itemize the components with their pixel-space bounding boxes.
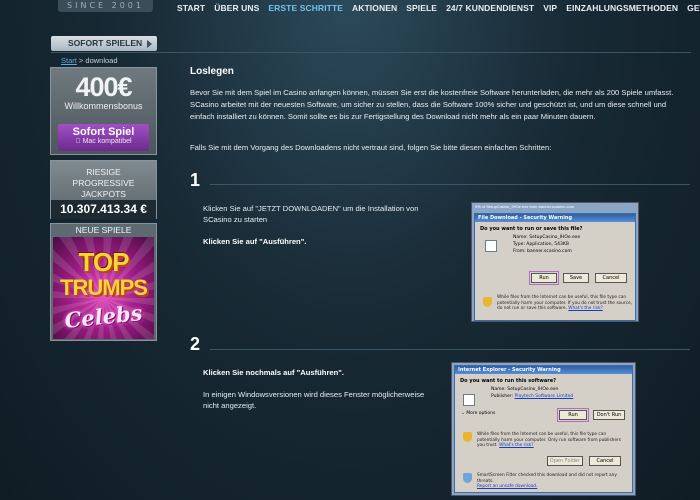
step-2-instruction: In einigen Windowsversionen wird dieses … [203,390,425,410]
publisher-link[interactable]: Playtech Software Limited [515,394,574,399]
step-2-screenshot: Internet Explorer - Security Warning Do … [451,362,636,496]
breadcrumb: Start > download [61,56,118,65]
run-button[interactable]: Run [529,271,559,285]
browser-title: 0% of SetupCasino_IHOe.exe from banner.s… [475,204,575,209]
dialog2-warning-text: While files from the Internet can be use… [477,432,622,448]
step-1-text: Klicken Sie auf "JETZT DOWNLOADEN" um di… [203,203,433,247]
step-2-bold: Klicken Sie nochmals auf "Ausführen". [203,368,344,377]
step-1-bold: Klicken Sie auf "Ausführen". [203,237,307,246]
mac-kompatibel-label:  Mac kompatibel [75,138,131,145]
ie-security-dialog: Internet Explorer - Security Warning Do … [454,365,633,493]
nav-ueber-uns[interactable]: ÜBER UNS [214,3,259,13]
game-logo-top: TOP [78,247,130,277]
step-2-number: 2 [190,334,201,354]
shield-warning-icon [483,297,492,307]
jackpot-banner[interactable]: RIESIGE PROGRESSIVE JACKPOTS 10.307.413.3… [50,160,157,219]
bonus-banner[interactable]: 400€ Willkommensbonus Sofort Spiel  Mac… [50,67,157,155]
risk-link[interactable]: What's the risk? [568,306,602,311]
warning-text: While files from the Internet can be use… [497,295,632,311]
nav-erste-schritte[interactable]: ERSTE SCHRITTE [268,3,343,13]
dialog2-question: Do you want to run this software? [460,378,557,384]
arrow-right-icon [147,40,152,48]
cancel-button[interactable]: Cancel [595,273,627,283]
sofort-spielen-button[interactable]: SOFORT SPIELEN [51,36,157,51]
save-button[interactable]: Save [563,273,589,283]
step-1-number: 1 [190,170,201,190]
dont-run-button[interactable]: Don't Run [593,410,625,420]
file-type: Type: Application, 543KB [513,242,569,247]
nav-vip[interactable]: VIP [543,3,557,13]
step-1-divider [210,184,690,185]
dialog2-file-name: Name: SetupCasino_IHOe.exe [491,387,559,392]
nav-aktionen[interactable]: AKTIONEN [352,3,397,13]
top-trumps-celebs-game-image[interactable]: TOP TRUMPS Celebs [53,237,154,339]
neue-spiele-label: NEUE SPIELE [75,225,132,235]
shield-warning-icon [463,432,472,442]
file-name: Name: SetupCasino_IHOe.exe [513,235,581,240]
dialog2-cancel-button[interactable]: Cancel [589,456,621,466]
top-bar: SINCE 2001 START ÜBER UNS ERSTE SCHRITTE… [0,0,700,16]
main-nav: START ÜBER UNS ERSTE SCHRITTE AKTIONEN S… [177,3,700,13]
bonus-label: Willkommensbonus [64,101,143,111]
open-folder-button[interactable]: Open Folder [547,456,583,466]
step-1-screenshot: 0% of SetupCasino_IHOe.exe from banner.s… [471,202,639,322]
sofort-spielen-label: SOFORT SPIELEN [68,38,143,48]
intro-text: Bevor Sie mit dem Spiel im Casino anfang… [190,88,674,121]
bonus-amount: 400€ [75,72,132,102]
application-icon [463,394,475,406]
application-icon [485,240,497,252]
file-from: From: banner.scasino.com [513,249,572,254]
nav-gewinner[interactable]: GEWINNER [687,3,700,13]
dialog-titlebar: File Download - Security Warning [475,214,635,222]
breadcrumb-current: download [85,56,118,65]
step-1-instruction: Klicken Sie auf "JETZT DOWNLOADEN" um di… [203,204,419,224]
intro-text-2: Falls Sie mit dem Vorgang des Downloaden… [190,143,552,152]
page-title: Loslegen [190,66,234,77]
dialog2-risk-link[interactable]: What's the risk? [499,443,533,448]
dialog2-publisher: Publisher: Playtech Software Limited [491,394,574,399]
jackpot-label: RIESIGE PROGRESSIVE JACKPOTS [72,167,135,199]
step-2-text: Klicken Sie nochmals auf "Ausführen". In… [203,367,428,411]
sofort-spiel-label: Sofort Spiel [72,126,135,138]
report-unsafe-link[interactable]: Report an unsafe download. [477,484,537,489]
smartscreen-icon [463,473,472,483]
divider [51,52,691,53]
file-download-dialog: File Download - Security Warning Do you … [474,213,636,321]
smartscreen-text: SmartScreen Filter checked this download… [477,473,617,489]
dialog-question: Do you want to run or save this file? [480,226,583,232]
sofort-spiel-button[interactable]: Sofort Spiel  Mac kompatibel [58,124,149,151]
nav-start[interactable]: START [177,3,205,13]
step-2-divider [210,349,690,350]
neue-spiele-banner[interactable]: NEUE SPIELE TOP TRUMPS Celebs [50,223,157,341]
nav-spiele[interactable]: SPIELE [406,3,437,13]
breadcrumb-home-link[interactable]: Start [61,56,77,65]
run-button[interactable]: Run [557,408,589,422]
dialog2-titlebar: Internet Explorer - Security Warning [455,366,632,374]
more-options-toggle[interactable]: ⌄ More options [461,411,495,416]
nav-kundendienst[interactable]: 24/7 KUNDENDIENST [446,3,534,13]
nav-einzahlungsmethoden[interactable]: EINZAHLUNGSMETHODEN [566,3,678,13]
since-badge: SINCE 2001 [58,0,153,12]
jackpot-value: 10.307.413.34 € [51,200,156,219]
game-logo-trumps: TRUMPS [60,275,148,300]
